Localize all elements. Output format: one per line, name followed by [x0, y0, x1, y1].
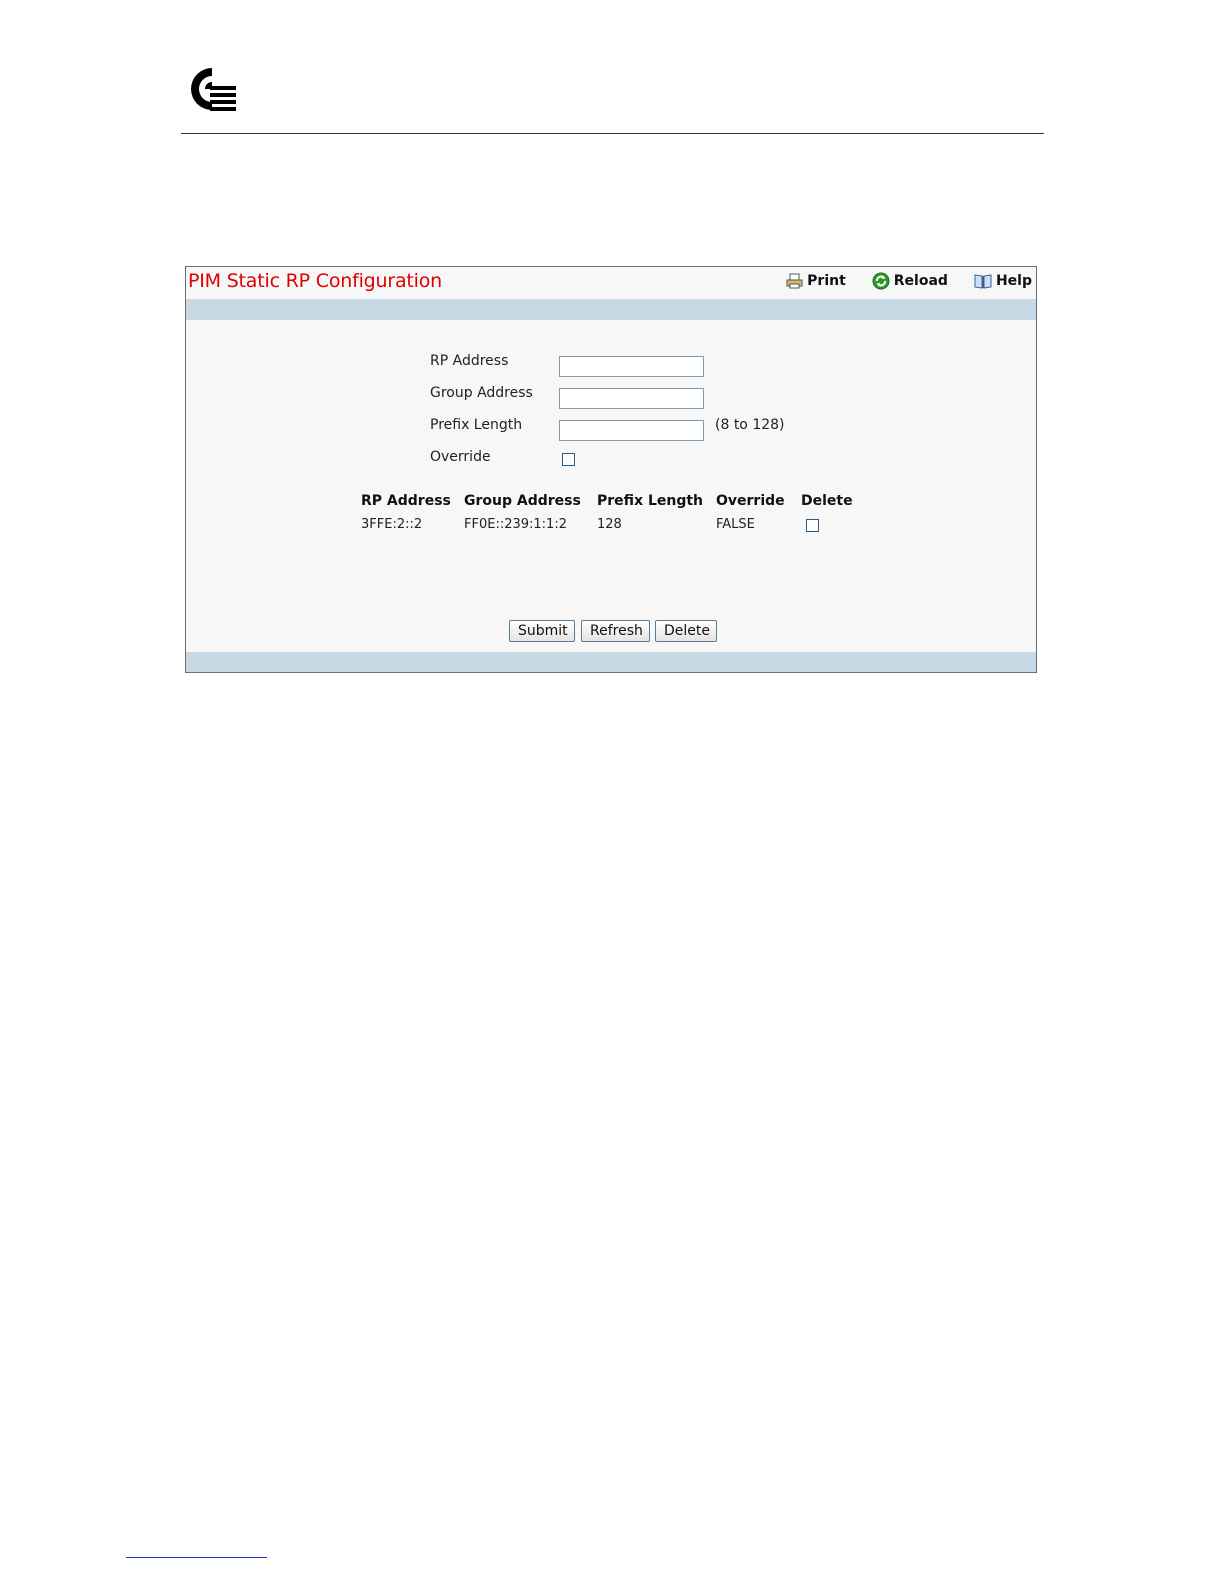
group-address-input[interactable] — [559, 388, 704, 409]
prefix-length-input[interactable] — [559, 420, 704, 441]
printer-icon — [786, 273, 803, 289]
refresh-button[interactable]: Refresh — [581, 620, 650, 642]
column-header-rp-address: RP Address — [361, 493, 451, 509]
row-group-address: FF0E::239:1:1:2 — [464, 517, 567, 532]
help-button[interactable]: Help — [974, 272, 1032, 290]
header-band — [186, 299, 1036, 320]
rp-address-input[interactable] — [559, 356, 704, 377]
help-label: Help — [995, 273, 1032, 289]
print-label: Print — [807, 273, 846, 289]
row-override: FALSE — [716, 517, 755, 532]
reload-label: Reload — [893, 273, 948, 289]
row-delete-checkbox[interactable] — [806, 519, 819, 532]
submit-button[interactable]: Submit — [509, 620, 575, 642]
help-book-icon — [974, 274, 992, 289]
footer-band — [186, 652, 1036, 672]
page-title: PIM Static RP Configuration — [188, 270, 443, 292]
toolbar: Print Reload Help — [760, 272, 1032, 290]
group-address-label: Group Address — [430, 385, 533, 401]
row-rp-address: 3FFE:2::2 — [361, 517, 423, 532]
reload-button[interactable]: Reload — [872, 272, 948, 290]
delete-button[interactable]: Delete — [655, 620, 717, 642]
pim-static-rp-panel: PIM Static RP Configuration Print Reload — [185, 266, 1037, 673]
logo-icon — [191, 68, 236, 111]
footer-link-underline[interactable] — [126, 1557, 267, 1558]
rp-address-label: RP Address — [430, 353, 509, 369]
print-button[interactable]: Print — [786, 272, 846, 290]
header-rule — [181, 133, 1044, 134]
column-header-prefix-length: Prefix Length — [597, 493, 704, 509]
prefix-length-range-hint: (8 to 128) — [715, 417, 785, 433]
override-checkbox[interactable] — [562, 453, 575, 466]
row-prefix-length: 128 — [597, 517, 622, 532]
column-header-group-address: Group Address — [464, 493, 581, 509]
column-header-delete: Delete — [801, 493, 853, 509]
override-label: Override — [430, 449, 491, 465]
column-header-override: Override — [716, 493, 785, 509]
prefix-length-label: Prefix Length — [430, 417, 523, 433]
reload-icon — [872, 272, 890, 290]
